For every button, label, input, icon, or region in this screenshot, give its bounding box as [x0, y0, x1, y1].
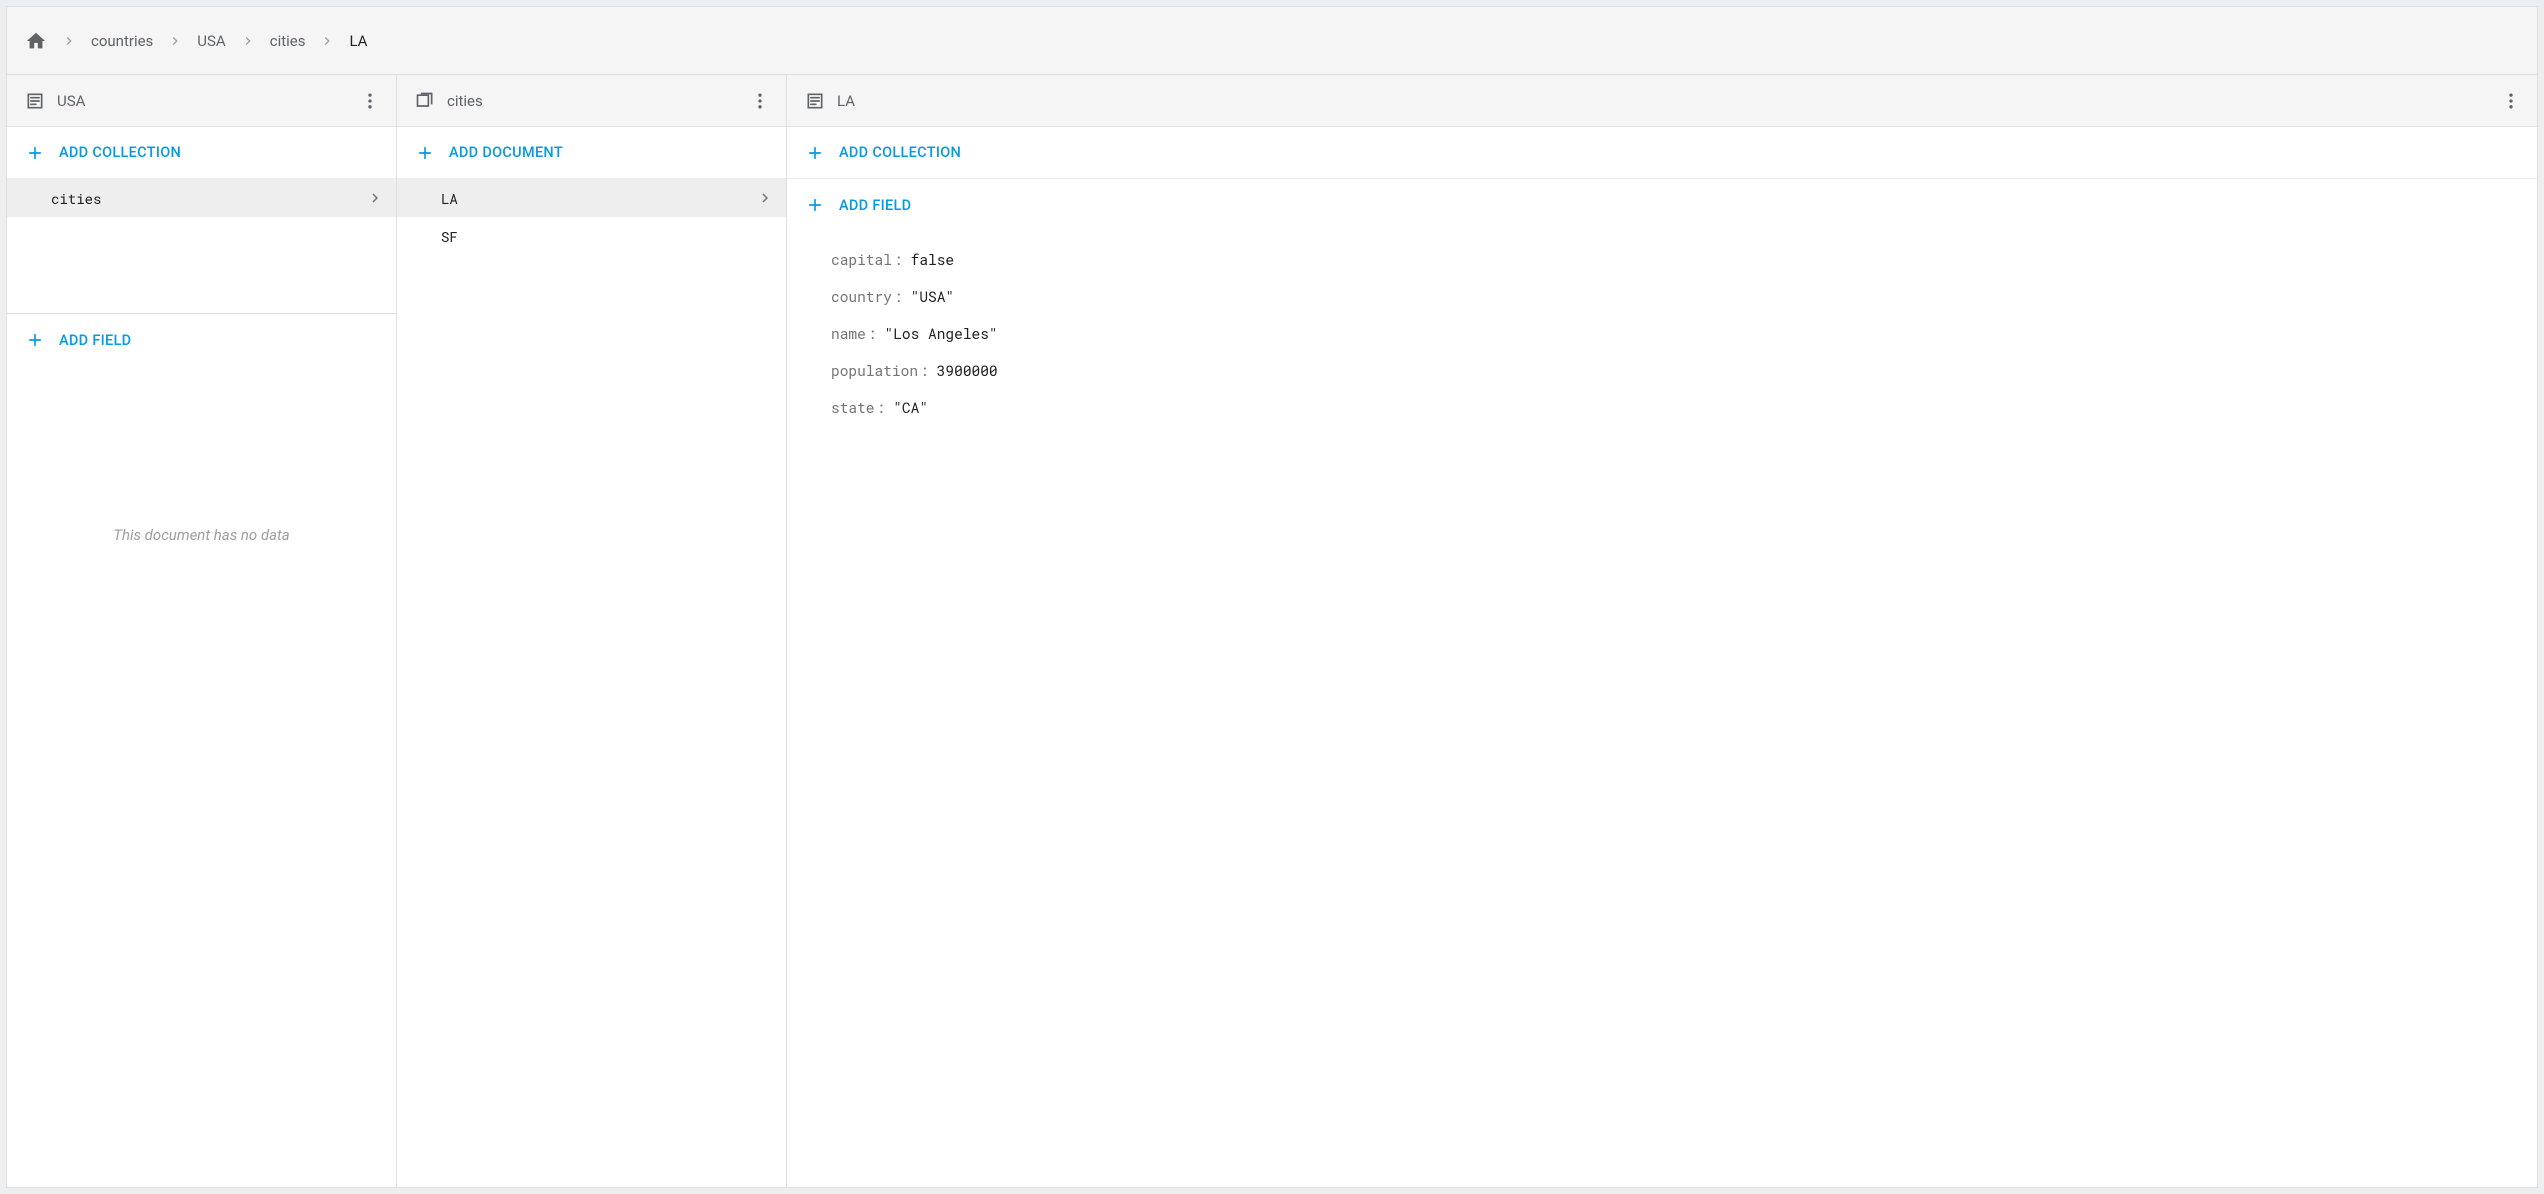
breadcrumb-item-usa[interactable]: USA — [197, 32, 225, 50]
document-icon — [805, 91, 825, 111]
panel-title: USA — [57, 92, 354, 110]
plus-icon — [25, 143, 45, 163]
add-field-label: ADD FIELD — [839, 197, 911, 214]
breadcrumb-item-cities[interactable]: cities — [270, 32, 306, 50]
plus-icon — [805, 143, 825, 163]
empty-document-message: This document has no data — [7, 366, 396, 544]
add-document-button[interactable]: ADD DOCUMENT — [397, 127, 786, 179]
add-collection-label: ADD COLLECTION — [59, 144, 181, 161]
chevron-right-icon — [366, 189, 384, 207]
field-value: 3900000 — [937, 361, 998, 380]
chevron-right-icon — [167, 33, 183, 49]
breadcrumb: countries USA cities LA — [7, 7, 2537, 75]
field-row[interactable]: state "CA" — [831, 389, 2537, 426]
document-fields: capital false country "USA" name "Los An… — [787, 231, 2537, 426]
field-row[interactable]: country "USA" — [831, 278, 2537, 315]
panel-document-la: LA ADD COLLECTION ADD FIELD capital fals… — [787, 75, 2537, 1187]
field-value: "CA" — [893, 398, 928, 417]
chevron-right-icon — [756, 189, 774, 207]
document-item-la[interactable]: LA — [397, 179, 786, 217]
panel-header: USA — [7, 75, 396, 127]
add-field-button[interactable]: ADD FIELD — [787, 179, 2537, 231]
add-field-button[interactable]: ADD FIELD — [7, 314, 396, 366]
panel-title: cities — [447, 92, 744, 110]
collection-icon — [415, 91, 435, 111]
panel-menu-button[interactable] — [2495, 85, 2527, 117]
panels-row: USA ADD COLLECTION cities A — [7, 75, 2537, 1187]
field-row[interactable]: name "Los Angeles" — [831, 315, 2537, 352]
field-key: country — [831, 287, 903, 306]
panel-menu-button[interactable] — [744, 85, 776, 117]
document-item-label: SF — [441, 227, 774, 246]
chevron-right-icon — [61, 33, 77, 49]
chevron-right-icon — [240, 33, 256, 49]
add-document-label: ADD DOCUMENT — [449, 144, 563, 161]
collection-item-label: cities — [51, 189, 366, 208]
panel-document-usa: USA ADD COLLECTION cities A — [7, 75, 397, 1187]
plus-icon — [415, 143, 435, 163]
panel-menu-button[interactable] — [354, 85, 386, 117]
field-row[interactable]: capital false — [831, 241, 2537, 278]
panel-collection-cities: cities ADD DOCUMENT LA SF — [397, 75, 787, 1187]
panel-title: LA — [837, 92, 2495, 110]
firestore-console: countries USA cities LA USA ADD COLLECTI… — [6, 6, 2538, 1188]
field-value: false — [911, 250, 955, 269]
field-key: population — [831, 361, 929, 380]
panel-header: cities — [397, 75, 786, 127]
breadcrumb-item-countries[interactable]: countries — [91, 32, 153, 50]
home-icon[interactable] — [25, 30, 47, 52]
add-collection-button[interactable]: ADD COLLECTION — [7, 127, 396, 179]
add-collection-label: ADD COLLECTION — [839, 144, 961, 161]
field-value: "USA" — [911, 287, 955, 306]
documents-list: LA SF — [397, 179, 786, 255]
breadcrumb-item-la[interactable]: LA — [349, 32, 367, 50]
document-item-label: LA — [441, 189, 756, 208]
collection-item-cities[interactable]: cities — [7, 179, 396, 217]
add-collection-button[interactable]: ADD COLLECTION — [787, 127, 2537, 179]
document-item-sf[interactable]: SF — [397, 217, 786, 255]
field-value: "Los Angeles" — [885, 324, 998, 343]
add-field-label: ADD FIELD — [59, 332, 131, 349]
collections-list: cities — [7, 179, 396, 314]
plus-icon — [805, 195, 825, 215]
field-row[interactable]: population 3900000 — [831, 352, 2537, 389]
plus-icon — [25, 330, 45, 350]
chevron-right-icon — [319, 33, 335, 49]
document-icon — [25, 91, 45, 111]
panel-header: LA — [787, 75, 2537, 127]
field-key: state — [831, 398, 885, 417]
field-key: capital — [831, 250, 903, 269]
field-key: name — [831, 324, 877, 343]
